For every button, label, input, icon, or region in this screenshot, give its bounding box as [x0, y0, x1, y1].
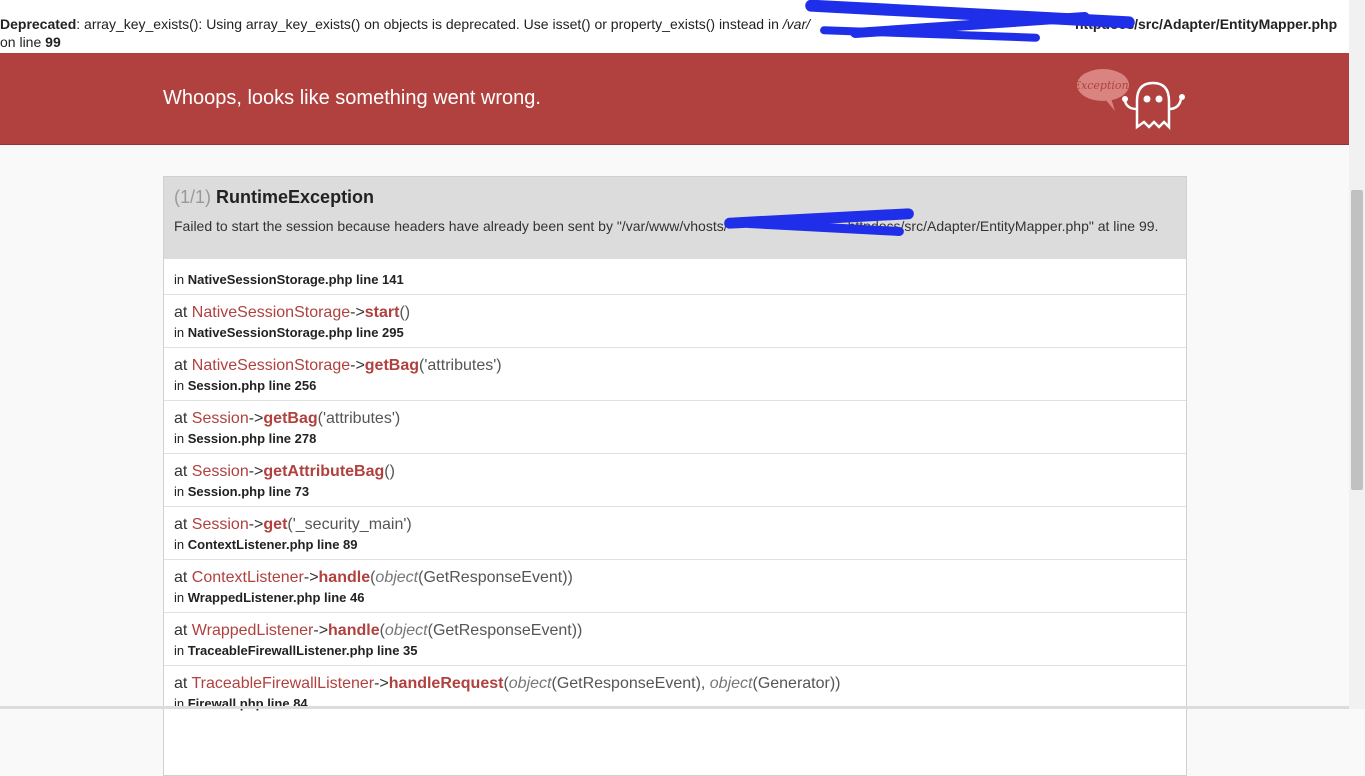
- frame-class: ContextListener: [191, 569, 304, 586]
- frame-class: NativeSessionStorage: [191, 304, 351, 321]
- frame-call: at Session->getAttributeBag(): [174, 463, 395, 480]
- stack-frame[interactable]: in NativeSessionStorage.php line 141: [164, 259, 1186, 294]
- logo-text: Exception!: [1075, 79, 1133, 92]
- exception-name: RuntimeException: [216, 187, 375, 207]
- frame-location: in NativeSessionStorage.php line 295: [174, 325, 404, 340]
- frame-location: in ContextListener.php line 89: [174, 537, 358, 552]
- frame-method: getBag: [364, 357, 420, 374]
- deprecation-message: : array_key_exists(): Using array_key_ex…: [76, 16, 783, 32]
- frame-class: Session: [191, 463, 249, 480]
- frame-method: getBag: [263, 410, 318, 427]
- frame-call: at TraceableFirewallListener->handleRequ…: [174, 675, 841, 692]
- deprecation-on-line: on line: [0, 34, 46, 50]
- frame-call: at ContextListener->handle(object(GetRes…: [174, 569, 573, 586]
- deprecation-line: 99: [45, 34, 61, 50]
- frame-call: at Session->get('_security_main'): [174, 516, 412, 533]
- frame-location: in Session.php line 278: [174, 431, 317, 446]
- stack-frame[interactable]: at Session->get('_security_main') in Con…: [164, 506, 1186, 559]
- exception-message: Failed to start the session because head…: [174, 218, 1176, 235]
- frame-location: in Firewall.php line 84: [174, 696, 308, 711]
- frame-method: handle: [328, 622, 380, 639]
- stack-frame[interactable]: at TraceableFirewallListener->handleRequ…: [164, 665, 1186, 718]
- frame-location: in Session.php line 73: [174, 484, 310, 499]
- deprecation-label: Deprecated: [0, 16, 77, 32]
- stack-frame[interactable]: at NativeSessionStorage->start() in Nati…: [164, 294, 1186, 347]
- stack-frame[interactable]: at NativeSessionStorage->getBag('attribu…: [164, 347, 1186, 400]
- frame-class: Session: [191, 410, 249, 427]
- frame-location: in WrappedListener.php line 46: [174, 590, 365, 605]
- frame-location: in Session.php line 256: [174, 378, 317, 393]
- stack-frame[interactable]: at WrappedListener->handle(object(GetRes…: [164, 612, 1186, 665]
- scrollbar-thumb[interactable]: [1351, 190, 1363, 490]
- stack-frame[interactable]: at ContextListener->handle(object(GetRes…: [164, 559, 1186, 612]
- ghost-exception-icon: Exception!: [1075, 69, 1185, 131]
- deprecation-notice: Deprecated: array_key_exists(): Using ar…: [0, 0, 1349, 53]
- exception-count: (1/1): [174, 187, 212, 207]
- page-title: Whoops, looks like something went wrong.: [163, 87, 541, 109]
- frame-class: Session: [191, 516, 249, 533]
- stack-frame[interactable]: at Session->getAttributeBag() in Session…: [164, 453, 1186, 506]
- deprecation-path-prefix: /var/: [782, 16, 810, 32]
- frame-class: NativeSessionStorage: [191, 357, 351, 374]
- exception-panel: (1/1) RuntimeException Failed to start t…: [163, 176, 1187, 776]
- frame-method: start: [364, 304, 400, 321]
- frame-call: at NativeSessionStorage->getBag('attribu…: [174, 357, 502, 374]
- frame-call: at NativeSessionStorage->start(): [174, 304, 411, 321]
- frame-method: handle: [318, 569, 371, 586]
- frame-call: at WrappedListener->handle(object(GetRes…: [174, 622, 583, 639]
- frame-class: WrappedListener: [191, 622, 314, 639]
- exception-message-start: Failed to start the session because head…: [174, 218, 728, 234]
- exception-header: (1/1) RuntimeException Failed to start t…: [164, 177, 1186, 259]
- frame-class: TraceableFirewallListener: [191, 675, 375, 692]
- frame-call: at Session->getBag('attributes'): [174, 410, 401, 427]
- error-header: Whoops, looks like something went wrong.…: [0, 53, 1349, 145]
- frame-method: get: [263, 516, 288, 533]
- frame-location: in TraceableFirewallListener.php line 35: [174, 643, 418, 658]
- frame-location: in NativeSessionStorage.php line 141: [174, 272, 404, 287]
- exception-title: (1/1) RuntimeException: [174, 187, 1176, 208]
- frame-method: getAttributeBag: [263, 463, 385, 480]
- stack-frame[interactable]: at Session->getBag('attributes') in Sess…: [164, 400, 1186, 453]
- frame-method: handleRequest: [388, 675, 504, 692]
